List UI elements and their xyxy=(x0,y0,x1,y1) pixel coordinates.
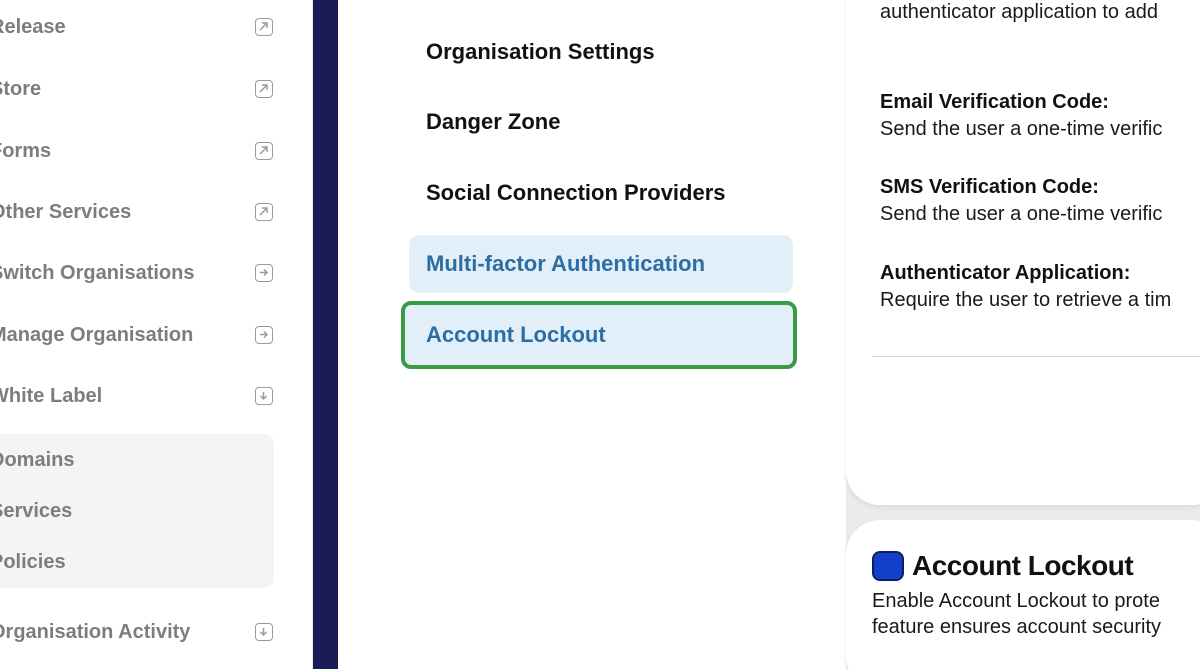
account-lockout-card: Account Lockout Enable Account Lockout t… xyxy=(846,520,1200,669)
menu-item-multi-factor-authentication[interactable]: Multi-factor Authentication xyxy=(409,235,793,293)
authenticator-app-title: Authenticator Application: xyxy=(880,262,1131,284)
sidebar: Release Store Forms Other Services Switc… xyxy=(0,0,312,669)
lockout-title-row: Account Lockout xyxy=(872,550,1134,582)
white-label-submenu: Domains Services Policies xyxy=(0,434,274,588)
menu-item-organisation-settings[interactable]: Organisation Settings xyxy=(409,23,793,81)
mfa-card: authenticator application to add Email V… xyxy=(846,0,1200,505)
sidebar-item-other-services[interactable]: Other Services xyxy=(0,192,300,232)
sidebar-item-manage-organisation[interactable]: Manage Organisation xyxy=(0,315,300,355)
sidebar-item-label: Other Services xyxy=(0,200,132,223)
sms-code-desc: Send the user a one-time verific xyxy=(880,203,1163,225)
sidebar-item-label: Organisation Activity xyxy=(0,620,191,643)
email-code-desc: Send the user a one-time verific xyxy=(880,118,1163,140)
menu-item-danger-zone[interactable]: Danger Zone xyxy=(409,93,793,151)
sidebar-item-switch-organisations[interactable]: Switch Organisations xyxy=(0,253,300,293)
card-divider xyxy=(872,356,1200,357)
sidebar-item-release[interactable]: Release xyxy=(0,7,300,47)
sidebar-item-forms[interactable]: Forms xyxy=(0,131,300,171)
sidebar-subitem-services[interactable]: Services xyxy=(0,500,72,523)
external-link-icon xyxy=(255,18,273,36)
external-link-icon xyxy=(255,203,273,221)
arrow-right-icon xyxy=(255,264,273,282)
sms-code-title: SMS Verification Code: xyxy=(880,176,1099,198)
sidebar-item-label: White Label xyxy=(0,384,103,407)
email-code-title: Email Verification Code: xyxy=(880,91,1109,113)
sidebar-item-label: Release xyxy=(0,15,66,38)
sidebar-item-label: Store xyxy=(0,77,42,100)
lockout-desc-line2: feature ensures account security xyxy=(872,616,1162,638)
sidebar-item-white-label[interactable]: White Label xyxy=(0,376,300,416)
settings-menu: Organisation Settings Danger Zone Social… xyxy=(338,0,846,669)
arrow-down-icon xyxy=(255,387,273,405)
lockout-title: Account Lockout xyxy=(912,550,1134,581)
authenticator-app-desc: Require the user to retrieve a tim xyxy=(880,289,1172,311)
database-icon xyxy=(872,551,904,581)
mfa-intro-text: authenticator application to add xyxy=(880,1,1158,23)
sidebar-item-store[interactable]: Store xyxy=(0,69,300,109)
menu-item-social-connection-providers[interactable]: Social Connection Providers xyxy=(409,164,793,222)
arrow-down-icon xyxy=(255,623,273,641)
external-link-icon xyxy=(255,142,273,160)
sidebar-item-label: Manage Organisation xyxy=(0,323,194,346)
sidebar-item-organisation-activity[interactable]: Organisation Activity xyxy=(0,612,300,652)
sidebar-subitem-domains[interactable]: Domains xyxy=(0,449,74,472)
arrow-right-icon xyxy=(255,326,273,344)
navy-divider xyxy=(313,0,338,669)
lockout-desc-line1: Enable Account Lockout to prote xyxy=(872,590,1160,612)
sidebar-subitem-policies[interactable]: Policies xyxy=(0,551,66,574)
external-link-icon xyxy=(255,80,273,98)
sidebar-item-label: Forms xyxy=(0,139,52,162)
sidebar-item-label: Switch Organisations xyxy=(0,261,195,284)
menu-item-account-lockout[interactable]: Account Lockout xyxy=(401,301,797,369)
